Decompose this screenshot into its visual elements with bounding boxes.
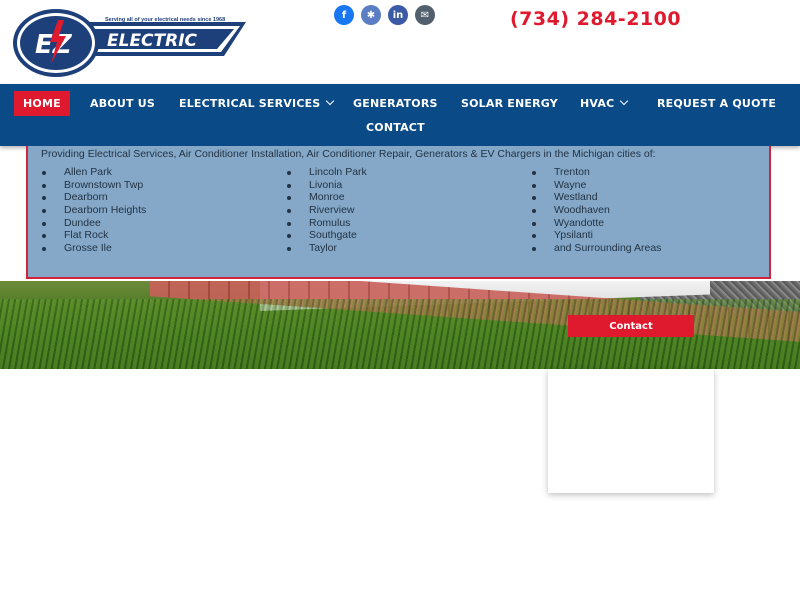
nav-solar-energy[interactable]: SOLAR ENERGY [461, 97, 558, 110]
city-item: Wayne [532, 179, 661, 192]
logo-tagline: Serving all of your electrical needs sin… [105, 17, 225, 23]
facebook-icon[interactable]: f [334, 5, 354, 25]
city-item: Allen Park [42, 166, 146, 179]
nav-contact[interactable]: CONTACT [366, 121, 425, 134]
chevron-down-icon [620, 96, 629, 106]
city-item: Romulus [287, 217, 367, 230]
nav-home[interactable]: HOME [14, 91, 70, 116]
city-item: Riverview [287, 204, 367, 217]
service-intro: Providing Electrical Services, Air Condi… [41, 148, 656, 160]
city-item: Dearborn Heights [42, 204, 146, 217]
social-links: f ✱ in ✉ [334, 5, 435, 25]
chevron-down-icon [326, 96, 335, 106]
main-nav: HOME ABOUT US ELECTRICAL SERVICES GENERA… [0, 84, 800, 146]
city-item: Dearborn [42, 191, 146, 204]
city-item: Wyandotte [532, 217, 661, 230]
nav-electrical-services[interactable]: ELECTRICAL SERVICES [179, 96, 335, 110]
city-item: Flat Rock [42, 229, 146, 242]
email-icon[interactable]: ✉ [415, 5, 435, 25]
city-item: Livonia [287, 179, 367, 192]
site-header: Serving all of your electrical needs sin… [0, 0, 800, 84]
nav-hvac[interactable]: HVAC [580, 96, 629, 110]
city-item: Ypsilanti [532, 229, 661, 242]
city-item: Trenton [532, 166, 661, 179]
nav-hvac-label: HVAC [580, 97, 615, 110]
city-item: Taylor [287, 242, 367, 255]
city-item: and Surrounding Areas [532, 242, 661, 255]
city-item: Lincoln Park [287, 166, 367, 179]
city-item: Woodhaven [532, 204, 661, 217]
nav-about-us[interactable]: ABOUT US [90, 97, 155, 110]
contact-button[interactable]: Contact [568, 315, 694, 337]
city-item: Dundee [42, 217, 146, 230]
yelp-icon[interactable]: ✱ [361, 5, 381, 25]
city-item: Grosse Ile [42, 242, 146, 255]
city-list-3: Trenton Wayne Westland Woodhaven Wyandot… [532, 166, 661, 255]
city-list-2: Lincoln Park Livonia Monroe Riverview Ro… [287, 166, 367, 255]
city-item: Southgate [287, 229, 367, 242]
ez-electric-logo[interactable]: Serving all of your electrical needs sin… [10, 6, 250, 80]
nav-electrical-services-label: ELECTRICAL SERVICES [179, 97, 321, 110]
linkedin-icon[interactable]: in [388, 5, 408, 25]
city-item: Brownstown Twp [42, 179, 146, 192]
service-area-box: Providing Electrical Services, Air Condi… [26, 146, 771, 279]
city-item: Westland [532, 191, 661, 204]
phone-number[interactable]: (734) 284-2100 [510, 8, 681, 30]
logo-word: ELECTRIC [107, 31, 198, 51]
content-card [548, 369, 714, 493]
nav-generators[interactable]: GENERATORS [353, 97, 438, 110]
city-item: Monroe [287, 191, 367, 204]
city-list-1: Allen Park Brownstown Twp Dearborn Dearb… [42, 166, 146, 255]
nav-request-quote[interactable]: REQUEST A QUOTE [657, 97, 776, 110]
